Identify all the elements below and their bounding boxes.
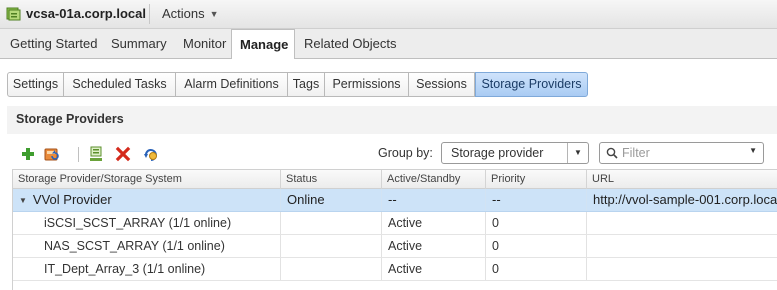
table-row[interactable]: ▼ VVol Provider Online -- -- http://vvol-…	[13, 189, 777, 212]
remove-icon[interactable]	[115, 146, 131, 162]
storage-system-name-cell: NAS_SCST_ARRAY (1/1 online)	[13, 235, 281, 257]
storage-system-name-cell: IT_Dept_Array_3 (1/1 online)	[13, 258, 281, 280]
table-row[interactable]: NAS_SCST_ARRAY (1/1 online) Active 0	[13, 235, 777, 258]
main-tab-bar: Getting Started Summary Monitor Manage R…	[0, 29, 777, 59]
chevron-down-icon[interactable]: ▼	[567, 143, 588, 163]
object-title-bar: vcsa-01a.corp.local Actions ▼	[0, 0, 777, 29]
url-cell	[587, 212, 777, 234]
status-cell	[281, 258, 382, 280]
filter-input[interactable]	[622, 145, 742, 161]
table-row[interactable]: iSCSI_SCST_ARRAY (1/1 online) Active 0	[13, 212, 777, 235]
priority-cell: 0	[486, 235, 587, 257]
active-standby-cell: Active	[382, 212, 486, 234]
tab-monitor[interactable]: Monitor	[183, 29, 226, 58]
column-header-active-standby[interactable]: Active/Standby	[382, 170, 486, 189]
subtab-sessions[interactable]: Sessions	[409, 72, 475, 97]
actions-menu-button[interactable]: Actions ▼	[162, 6, 219, 21]
search-icon	[606, 147, 618, 159]
subtab-alarm-definitions[interactable]: Alarm Definitions	[176, 72, 288, 97]
chevron-down-icon[interactable]: ▼	[749, 146, 757, 155]
provider-name-cell: ▼ VVol Provider	[13, 189, 281, 211]
group-by-value: Storage provider	[451, 146, 544, 160]
group-by-dropdown[interactable]: Storage provider ▼	[441, 142, 589, 164]
title-divider	[149, 4, 150, 24]
subtab-settings[interactable]: Settings	[7, 72, 64, 97]
filter-input-box[interactable]: ▼	[599, 142, 764, 164]
subtab-tags[interactable]: Tags	[288, 72, 325, 97]
column-header-priority[interactable]: Priority	[486, 170, 587, 189]
priority-cell: --	[486, 189, 587, 211]
section-title: Storage Providers	[16, 112, 124, 126]
column-header-provider[interactable]: Storage Provider/Storage System	[13, 170, 281, 189]
tab-related-objects[interactable]: Related Objects	[304, 29, 397, 58]
url-cell	[587, 235, 777, 257]
active-standby-cell: --	[382, 189, 486, 211]
storage-providers-table: Storage Provider/Storage System Status A…	[12, 169, 777, 290]
tab-manage[interactable]: Manage	[231, 29, 295, 59]
active-standby-cell: Active	[382, 258, 486, 280]
subtab-permissions[interactable]: Permissions	[325, 72, 409, 97]
rescan-icon[interactable]	[44, 146, 60, 162]
actions-label: Actions	[162, 6, 205, 21]
provider-name: VVol Provider	[32, 192, 112, 207]
object-name: vcsa-01a.corp.local	[26, 6, 146, 21]
url-cell	[587, 258, 777, 280]
priority-cell: 0	[486, 258, 587, 280]
sync-storage-providers-icon[interactable]	[88, 146, 104, 162]
status-cell: Online	[281, 189, 382, 211]
tab-getting-started[interactable]: Getting Started	[10, 29, 97, 58]
priority-cell: 0	[486, 212, 587, 234]
toolbar-separator	[78, 147, 79, 162]
vcenter-server-icon	[6, 7, 21, 21]
subtab-scheduled-tasks[interactable]: Scheduled Tasks	[64, 72, 176, 97]
collapse-triangle-icon[interactable]: ▼	[19, 196, 27, 205]
status-cell	[281, 235, 382, 257]
add-icon[interactable]	[20, 146, 36, 162]
tab-summary[interactable]: Summary	[111, 29, 167, 58]
group-by-label: Group by:	[378, 146, 433, 160]
column-header-url[interactable]: URL	[587, 170, 777, 189]
refresh-certificate-icon[interactable]	[142, 146, 158, 162]
subtab-storage-providers[interactable]: Storage Providers	[475, 72, 588, 97]
column-header-status[interactable]: Status	[281, 170, 382, 189]
active-standby-cell: Active	[382, 235, 486, 257]
storage-system-name-cell: iSCSI_SCST_ARRAY (1/1 online)	[13, 212, 281, 234]
url-cell: http://vvol-sample-001.corp.local	[593, 192, 777, 207]
status-cell	[281, 212, 382, 234]
chevron-down-icon: ▼	[209, 9, 219, 19]
table-row[interactable]: IT_Dept_Array_3 (1/1 online) Active 0	[13, 258, 777, 281]
table-header-row: Storage Provider/Storage System Status A…	[13, 169, 777, 189]
